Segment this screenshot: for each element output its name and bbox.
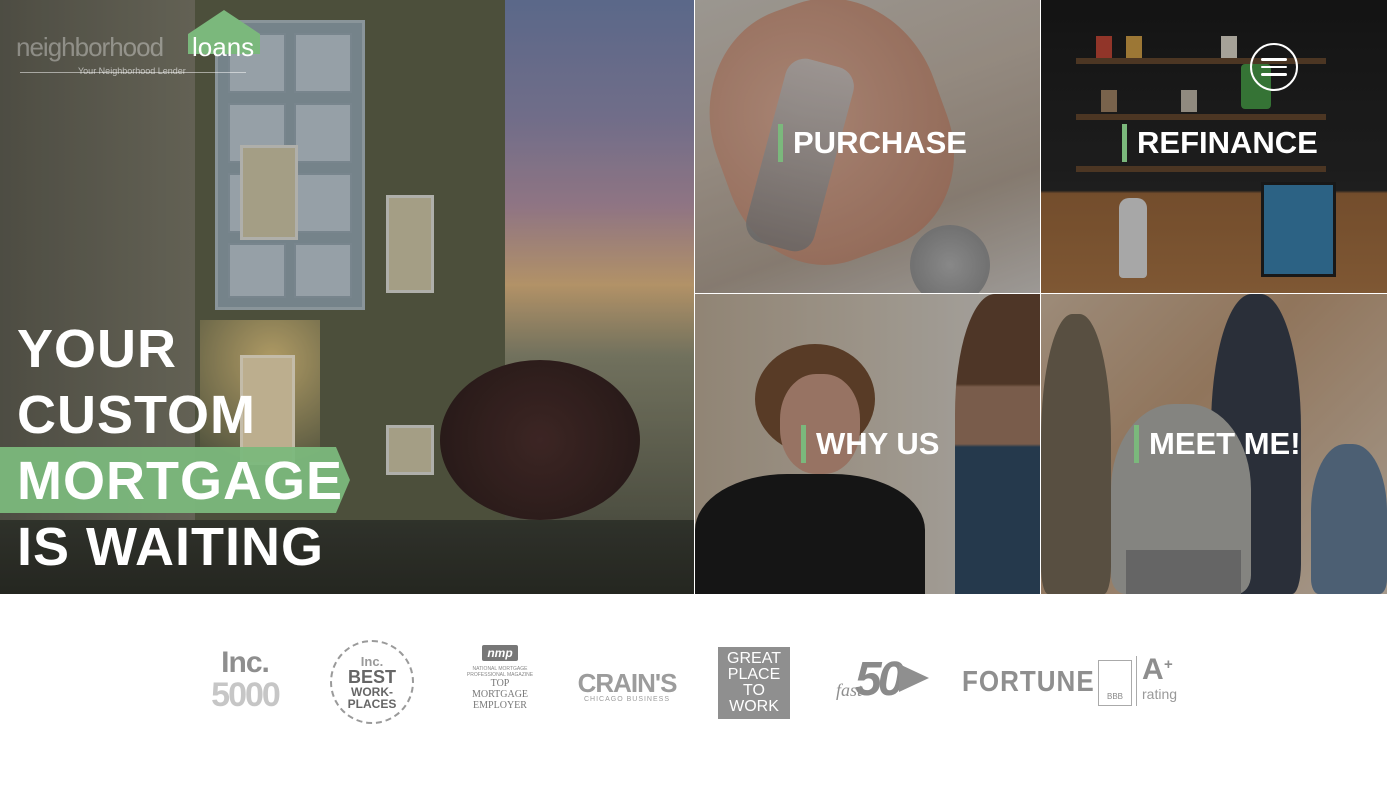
tile-label-text: MEET ME! [1149,426,1301,461]
award-nmp-top-employer: nmp NATIONAL MORTGAGE PROFESSIONAL MAGAZ… [466,645,534,711]
award-inc-5000: Inc. 5000 [211,646,281,714]
tile-refinance[interactable]: REFINANCE [1041,0,1387,293]
hero-headline: YOUR CUSTOM MORTGAGE IS WAITING [17,316,343,580]
accent-bar [1134,425,1139,463]
tile-label: PURCHASE [778,124,967,162]
headline-line-1: YOUR [17,319,178,379]
award-fortune: FORTUNE [962,664,1095,698]
tile-why-us[interactable]: WHY US [695,294,1040,594]
award-crains-chicago: CRAIN'S CHICAGO BUSINESS [577,668,678,703]
headline-line-4: IS WAITING [17,517,324,577]
tile-label-text: PURCHASE [793,125,967,160]
site-logo[interactable]: neighborhood loans Your Neighborhood Len… [16,10,260,80]
award-great-place-to-work: GREAT PLACE TO WORK [718,647,790,719]
accent-bar [1122,124,1127,162]
logo-name-light: neighborhood [16,32,164,62]
award-inc-best-workplaces: Inc. BEST WORK- PLACES [330,640,414,724]
logo-tagline: Your Neighborhood Lender [78,66,186,76]
award-fast-50: 50 fast [833,652,933,712]
award-bbb-rating: BBB A + rating [1098,654,1178,708]
hamburger-menu-icon[interactable] [1250,43,1298,91]
tile-label-text: REFINANCE [1137,125,1318,160]
tile-label: REFINANCE [1122,124,1318,162]
tile-label-text: WHY US [816,426,940,461]
tile-label: MEET ME! [1134,425,1301,463]
bbb-seal-icon: BBB [1098,660,1132,706]
arrow-icon [899,664,929,692]
tile-label: WHY US [801,425,939,463]
logo-name-bold: loans [192,32,255,62]
accent-bar [778,124,783,162]
awards-bar: Inc. 5000 Inc. BEST WORK- PLACES nmp NAT… [0,594,1387,792]
accent-bar [801,425,806,463]
tile-purchase[interactable]: PURCHASE [695,0,1040,293]
headline-line-2: CUSTOM [17,385,257,445]
headline-line-3: MORTGAGE [17,451,343,511]
tile-meet-me[interactable]: MEET ME! [1041,294,1387,594]
